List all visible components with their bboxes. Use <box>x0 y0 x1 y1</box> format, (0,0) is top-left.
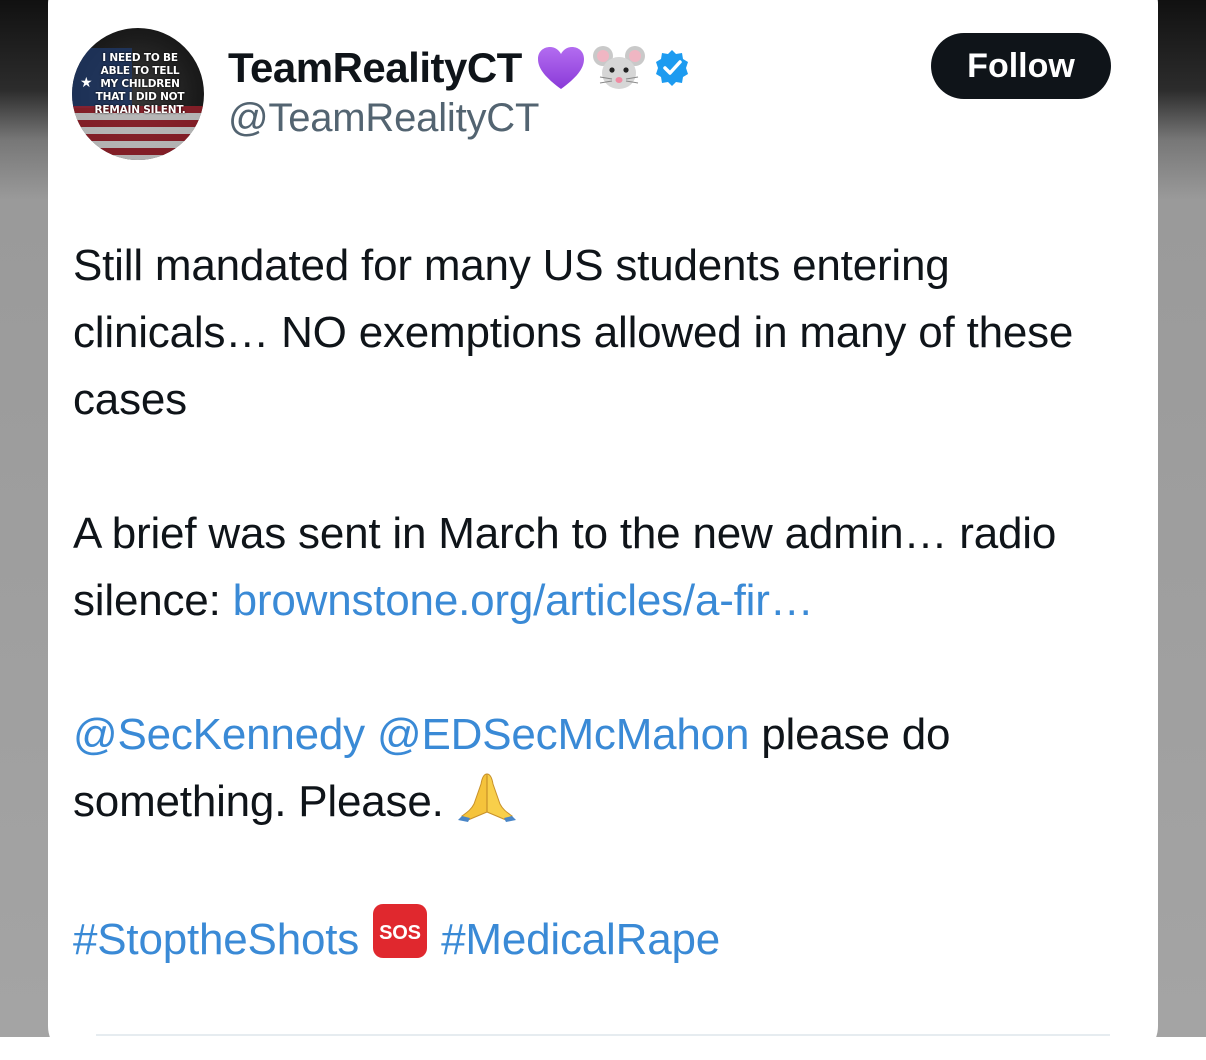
tweet-paragraph-3: @SecKennedy @EDSecMcMahon please do some… <box>73 701 1113 835</box>
follow-button[interactable]: Follow <box>931 33 1111 99</box>
author-handle[interactable]: @TeamRealityCT <box>228 96 539 141</box>
hashtag-medicalrape[interactable]: #MedicalRape <box>441 915 720 964</box>
author-name-row: TeamRealityCT <box>228 40 692 96</box>
sos-label: SOS <box>379 922 421 944</box>
paragraph-1-text: Still mandated for many US students ente… <box>73 241 1074 424</box>
mention-edsecmcmahon[interactable]: @EDSecMcMahon <box>377 710 749 759</box>
avatar-text: I NEED TO BE ABLE TO TELL MY CHILDREN TH… <box>94 52 186 116</box>
sos-icon: SOS <box>373 904 428 958</box>
purple-heart-icon <box>537 47 584 89</box>
avatar[interactable]: ★ I NEED TO BE ABLE TO TELL MY CHILDREN … <box>72 28 204 160</box>
verified-badge-icon[interactable] <box>652 48 692 88</box>
folded-hands-icon <box>457 773 516 822</box>
tweet-paragraph-1: Still mandated for many US students ente… <box>73 232 1113 433</box>
article-link[interactable]: brownstone.org/articles/a-fir… <box>233 576 814 625</box>
tweet-paragraph-2: A brief was sent in March to the new adm… <box>73 500 1113 634</box>
display-name[interactable]: TeamRealityCT <box>228 44 522 92</box>
tweet-paragraph-4: #StoptheShots SOS #MedicalRape <box>73 902 1113 973</box>
mention-seckennedy[interactable]: @SecKennedy <box>73 710 365 759</box>
tweet-text: Still mandated for many US students ente… <box>73 232 1113 1040</box>
hashtag-stoptheshots[interactable]: #StoptheShots <box>73 915 359 964</box>
mouse-face-icon <box>592 46 645 89</box>
divider <box>96 1034 1110 1036</box>
